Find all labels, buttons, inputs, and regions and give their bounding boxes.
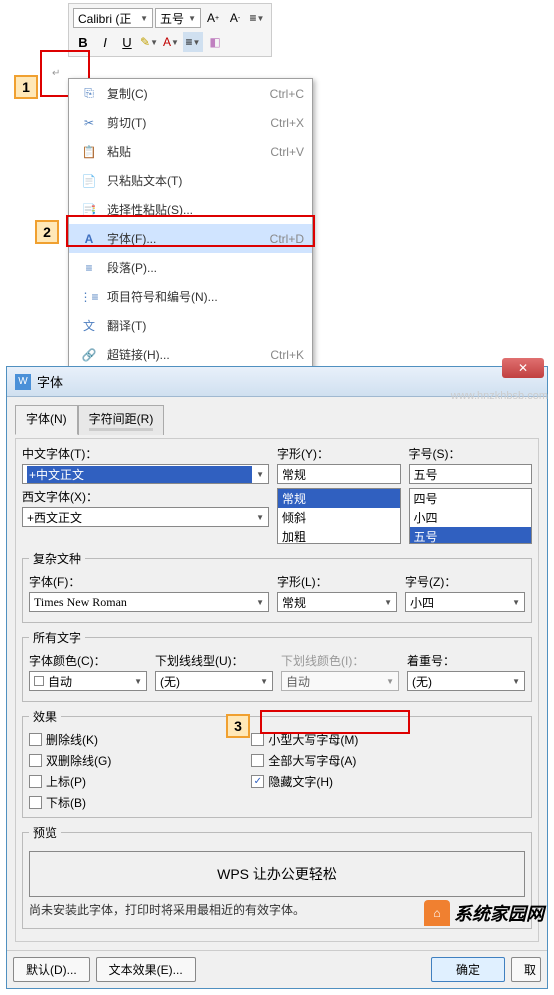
en-font-label: 西文字体(X)：	[22, 488, 269, 505]
bold-button[interactable]: B	[73, 32, 93, 52]
italic-button[interactable]: I	[95, 32, 115, 52]
text-effect-button[interactable]: 文本效果(E)...	[96, 957, 196, 982]
complex-font-combo[interactable]: Times New Roman▼	[29, 592, 269, 612]
emphasis-combo[interactable]: (无)▼	[407, 671, 525, 691]
cb-strike[interactable]: 删除线(K)	[29, 731, 111, 748]
watermark: www.hnzkhbsb.com	[451, 390, 548, 402]
alltext-fieldset: 所有文字 字体颜色(C)：自动▼ 下划线线型(U)：(无)▼ 下划线颜色(I)：…	[22, 629, 532, 702]
menu-paste-text[interactable]: 📄只粘贴文本(T)	[69, 166, 312, 195]
line-spacing-button[interactable]: ≡▼	[247, 8, 267, 28]
step-marker-2: 2	[35, 220, 59, 244]
highlight-box-2	[66, 215, 315, 247]
cb-subscript[interactable]: 下标(B)	[29, 794, 111, 811]
house-icon: ⌂	[424, 900, 450, 926]
cursor-icon: ↵	[52, 68, 60, 79]
cb-hidden[interactable]: ✓隐藏文字(H)	[251, 773, 358, 790]
tab-font[interactable]: 字体(N)	[15, 405, 78, 435]
underline-combo[interactable]: (无)▼	[155, 671, 273, 691]
shrink-font-button[interactable]: A-	[225, 8, 245, 28]
cut-icon: ✂	[77, 116, 101, 130]
cb-superscript[interactable]: 上标(P)	[29, 773, 111, 790]
complex-style-combo[interactable]: 常规▼	[277, 592, 397, 612]
translate-icon: 文	[77, 317, 101, 334]
dialog-footer: 默认(D)... 文本效果(E)... 确定 取	[7, 950, 547, 988]
step-marker-3: 3	[226, 714, 250, 738]
font-dialog: W 字体 ✕ 字体(N) 字符间距(R) 中文字体(T)： +中文正文▼ 字形(…	[6, 366, 548, 989]
highlight-box-3	[260, 710, 410, 734]
menu-bullets[interactable]: ⋮≡项目符号和编号(N)...	[69, 282, 312, 311]
style-label: 字形(Y)：	[277, 445, 401, 462]
tab-spacing[interactable]: 字符间距(R)	[78, 405, 165, 435]
eraser-button[interactable]: ◧	[205, 32, 225, 52]
complex-fieldset: 复杂文种 字体(F)： Times New Roman▼ 字形(L)： 常规▼ …	[22, 550, 532, 623]
font-color-button[interactable]: A▼	[161, 32, 181, 52]
align-button[interactable]: ≡▼	[183, 32, 203, 52]
menu-paste[interactable]: 📋粘贴Ctrl+V	[69, 137, 312, 166]
wps-icon: W	[15, 374, 31, 390]
preview-box: WPS 让办公更轻松	[29, 851, 525, 897]
cn-font-label: 中文字体(T)：	[22, 445, 269, 462]
paragraph-icon: ≡	[77, 261, 101, 275]
menu-translate[interactable]: 文翻译(T)	[69, 311, 312, 340]
menu-cut[interactable]: ✂剪切(T)Ctrl+X	[69, 108, 312, 137]
font-color-combo[interactable]: 自动▼	[29, 671, 147, 691]
step-marker-1: 1	[14, 75, 38, 99]
paste-text-icon: 📄	[77, 174, 101, 188]
size-input[interactable]: 五号	[409, 464, 533, 484]
size-selector[interactable]: 五号▼	[155, 8, 201, 28]
cb-dblstrike[interactable]: 双删除线(G)	[29, 752, 111, 769]
bullets-icon: ⋮≡	[77, 290, 101, 304]
size-label: 字号(S)：	[409, 445, 533, 462]
menu-copy[interactable]: ⎘复制(C)Ctrl+C	[69, 79, 312, 108]
brand-logo: ⌂ 系统家园网	[424, 900, 544, 926]
grow-font-button[interactable]: A+	[203, 8, 223, 28]
formatting-toolbar: Calibri (正▼ 五号▼ A+ A- ≡▼ B I U ✎▼ A▼ ≡▼ …	[68, 3, 272, 57]
highlight-button[interactable]: ✎▼	[139, 32, 159, 52]
copy-icon: ⎘	[77, 86, 101, 101]
paste-icon: 📋	[77, 145, 101, 159]
en-font-combo[interactable]: +西文正文▼	[22, 507, 269, 527]
style-listbox[interactable]: 常规 倾斜 加粗	[277, 488, 401, 544]
dialog-title: 字体	[37, 372, 539, 391]
menu-paragraph[interactable]: ≡段落(P)...	[69, 253, 312, 282]
style-input[interactable]: 常规	[277, 464, 401, 484]
ok-button[interactable]: 确定	[431, 957, 505, 982]
default-button[interactable]: 默认(D)...	[13, 957, 90, 982]
size-listbox[interactable]: 四号 小四 五号	[409, 488, 533, 544]
complex-size-combo[interactable]: 小四▼	[405, 592, 525, 612]
close-button[interactable]: ✕	[502, 358, 544, 378]
cb-allcaps[interactable]: 全部大写字母(A)	[251, 752, 358, 769]
cancel-button[interactable]: 取	[511, 957, 541, 982]
cn-font-combo[interactable]: +中文正文▼	[22, 464, 269, 484]
underline-button[interactable]: U	[117, 32, 137, 52]
ul-color-combo[interactable]: 自动▼	[281, 671, 399, 691]
font-selector[interactable]: Calibri (正▼	[73, 8, 153, 28]
